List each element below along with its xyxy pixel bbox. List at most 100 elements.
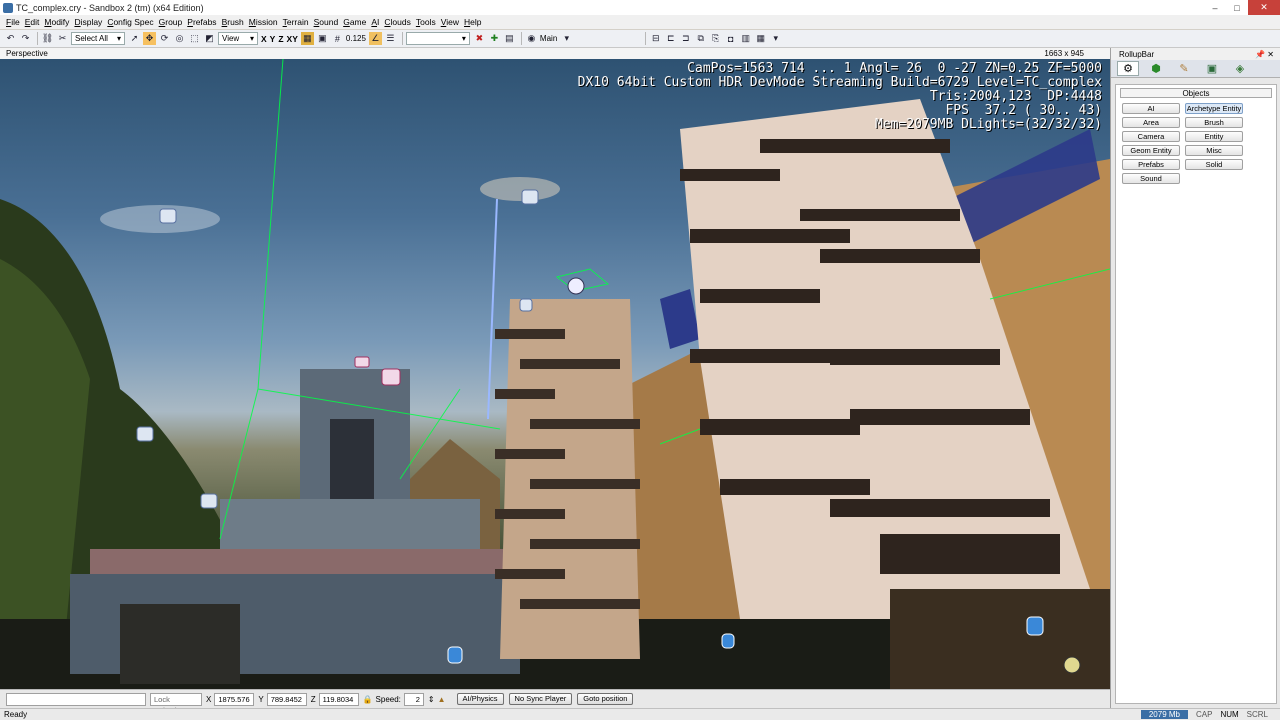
unlink-icon[interactable]: ✂ <box>56 32 69 45</box>
film-icon[interactable]: ▥ <box>739 32 752 45</box>
objects-section-header[interactable]: Objects <box>1120 88 1272 98</box>
no-sync-player-button[interactable]: No Sync Player <box>508 693 573 705</box>
objects-tab-icon[interactable]: ⚙ <box>1117 61 1139 76</box>
debug-hud: CamPos=1563 714 ... 1 Angl= 26 0 -27 ZN=… <box>578 62 1102 132</box>
menu-view[interactable]: View <box>441 17 464 27</box>
undo-icon[interactable]: ↶ <box>4 32 17 45</box>
chevron-down-icon[interactable]: ▾ <box>560 32 573 45</box>
material-icon[interactable]: ◘ <box>724 32 737 45</box>
pin-icon[interactable]: 📌 <box>1255 50 1265 59</box>
chevron-down-icon[interactable]: ▾ <box>769 32 782 45</box>
tool-map-icon[interactable]: ▤ <box>503 32 516 45</box>
paste-icon[interactable]: ⎘ <box>709 32 722 45</box>
z-coordinate-field[interactable]: 119.8034 <box>318 692 359 706</box>
select-terrain-icon[interactable]: ⬚ <box>188 32 201 45</box>
goto-position-button[interactable]: Goto position <box>577 693 634 705</box>
rotate-icon[interactable]: ⟳ <box>158 32 171 45</box>
menu-terrain[interactable]: Terrain <box>283 17 314 27</box>
object-area-button[interactable]: Area <box>1122 117 1180 128</box>
main-toolbar: ↶ ↷ ⛓ ✂ Select All ▾ ➚ ✥ ⟳ ◎ ⬚ ◩ View ▾ X … <box>0 30 1280 48</box>
terrain-snap-icon[interactable]: ▦ <box>300 32 314 45</box>
main-layer-icon[interactable]: ◉ <box>525 32 538 45</box>
copy-icon[interactable]: ⧉ <box>694 32 707 45</box>
view-combo[interactable]: View ▾ <box>218 32 258 45</box>
menu-sound[interactable]: Sound <box>314 17 344 27</box>
object-geom-entity-button[interactable]: Geom Entity <box>1122 145 1180 156</box>
speed-stepper-icon[interactable]: ⇕ <box>428 695 435 704</box>
align-icon[interactable]: ⊟ <box>649 32 662 45</box>
lock-selection-button[interactable]: Lock Selection <box>150 692 202 715</box>
command-input[interactable] <box>6 692 146 706</box>
move-icon[interactable]: ✥ <box>143 32 156 45</box>
align-right-icon[interactable]: ⊐ <box>679 32 692 45</box>
object-solid-button[interactable]: Solid <box>1185 159 1243 170</box>
object-entity-button[interactable]: Entity <box>1185 131 1243 142</box>
minimize-button[interactable]: – <box>1204 0 1226 15</box>
hud-line-mem: Mem=2079MB DLights=(32/32/32) <box>875 117 1102 132</box>
perspective-viewport[interactable]: CamPos=1563 714 ... 1 Angl= 26 0 -27 ZN=… <box>0 59 1110 689</box>
y-coordinate-field[interactable]: 789.8452 <box>266 692 307 706</box>
viewport-label[interactable]: Perspective <box>6 49 48 58</box>
menu-brush[interactable]: Brush <box>222 17 249 27</box>
menu-game[interactable]: Game <box>343 17 371 27</box>
close-button[interactable]: ✕ <box>1248 0 1280 15</box>
select-arrow-icon[interactable]: ➚ <box>128 32 141 45</box>
object-prefabs-button[interactable]: Prefabs <box>1122 159 1180 170</box>
menu-ai[interactable]: AI <box>371 17 384 27</box>
object-brush-button[interactable]: Brush <box>1185 117 1243 128</box>
object-camera-button[interactable]: Camera <box>1122 131 1180 142</box>
object-snap-icon[interactable]: ▣ <box>316 32 329 45</box>
redo-icon[interactable]: ↷ <box>19 32 32 45</box>
tool-red-icon[interactable]: ✖ <box>473 32 486 45</box>
axis-xy-button[interactable]: XY <box>287 34 298 44</box>
axis-y-button[interactable]: Y <box>270 34 276 44</box>
main-layer-label[interactable]: Main <box>540 34 557 43</box>
select-region-icon[interactable]: ◩ <box>203 32 216 45</box>
layers-icon[interactable]: ☰ <box>384 32 397 45</box>
menu-prefabs[interactable]: Prefabs <box>187 17 221 27</box>
menu-edit[interactable]: Edit <box>25 17 45 27</box>
status-text: Ready <box>4 710 28 719</box>
ai-physics-button[interactable]: AI/Physics <box>456 693 504 705</box>
menu-file[interactable]: File <box>6 17 25 27</box>
menu-config-spec[interactable]: Config Spec <box>107 17 158 27</box>
axis-x-button[interactable]: X <box>261 34 267 44</box>
menu-group[interactable]: Group <box>159 17 188 27</box>
scale-icon[interactable]: ◎ <box>173 32 186 45</box>
menu-bar: File Edit Modify Display Config Spec Gro… <box>0 15 1280 29</box>
grid-icon[interactable]: # <box>331 32 344 45</box>
speed-field[interactable]: 2 <box>403 692 424 706</box>
maximize-button[interactable]: □ <box>1226 0 1248 15</box>
menu-help[interactable]: Help <box>464 17 486 27</box>
hud-line-build: DX10 64bit Custom HDR DevMode Streaming … <box>577 75 1102 90</box>
menu-tools[interactable]: Tools <box>416 17 441 27</box>
snap-value[interactable]: 0.125 <box>346 34 366 43</box>
layers-tab-icon[interactable]: ◈ <box>1229 61 1251 76</box>
menu-clouds[interactable]: Clouds <box>384 17 415 27</box>
x-coordinate-field[interactable]: 1875.576 <box>214 692 255 706</box>
align-left-icon[interactable]: ⊏ <box>664 32 677 45</box>
menu-modify[interactable]: Modify <box>44 17 74 27</box>
link-icon[interactable]: ⛓ <box>41 32 54 45</box>
grid-view-icon[interactable]: ▦ <box>754 32 767 45</box>
toolbar-separator <box>520 32 522 45</box>
display-tab-icon[interactable]: ▣ <box>1201 61 1223 76</box>
lock-icon[interactable]: 🔒 <box>363 695 373 704</box>
rollup-close-icon[interactable]: ✕ <box>1267 50 1274 59</box>
menu-display[interactable]: Display <box>74 17 107 27</box>
axis-z-button[interactable]: Z <box>278 34 283 44</box>
object-misc-button[interactable]: Misc <box>1185 145 1243 156</box>
menu-mission[interactable]: Mission <box>249 17 283 27</box>
layer-combo[interactable]: ▾ <box>405 32 470 45</box>
object-sound-button[interactable]: Sound <box>1122 173 1180 184</box>
rollup-tabs: ⚙ ⬢ ✎ ▣ ◈ <box>1111 60 1280 78</box>
terrain-follow-icon[interactable]: ▲ <box>438 695 446 704</box>
tool-green-icon[interactable]: ✚ <box>488 32 501 45</box>
angle-snap-icon[interactable]: ∠ <box>368 32 382 45</box>
object-ai-button[interactable]: AI <box>1122 103 1180 114</box>
object-archetype-entity-button[interactable]: Archetype Entity <box>1185 103 1243 114</box>
terrain-tab-icon[interactable]: ⬢ <box>1145 61 1167 76</box>
chevron-down-icon: ▾ <box>116 34 121 43</box>
modeling-tab-icon[interactable]: ✎ <box>1173 61 1195 76</box>
select-mode-combo[interactable]: Select All ▾ <box>71 32 125 45</box>
